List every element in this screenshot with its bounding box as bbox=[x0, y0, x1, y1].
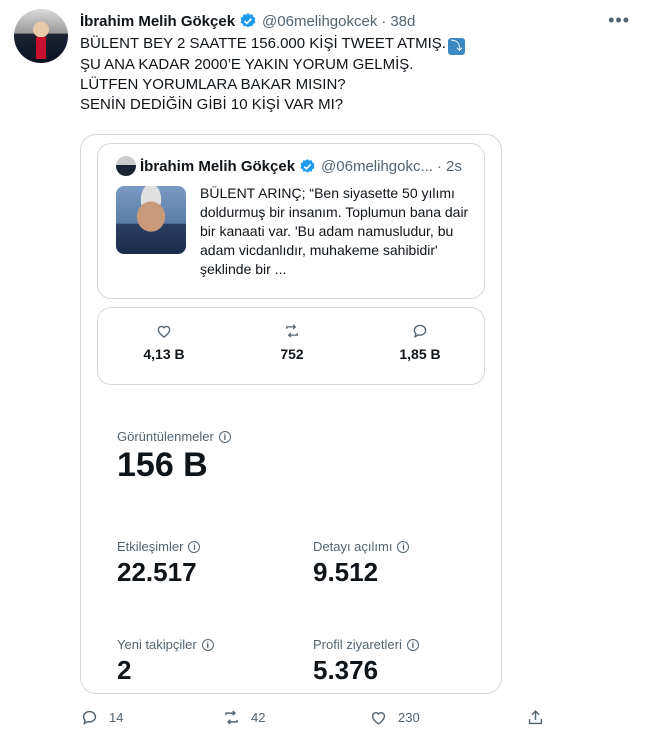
views-metric: Görüntülenmeler i 156 B bbox=[117, 429, 231, 485]
tweet-line-4: SENİN DEDİĞİN GİBİ 10 KİŞİ VAR MI? bbox=[80, 96, 344, 113]
arrow-down-emoji-icon: ⤵ bbox=[447, 38, 465, 55]
quoted-text: BÜLENT ARINÇ; “Ben siyasette 50 yılımı d… bbox=[200, 185, 469, 277]
tweet-header: İbrahim Melih Gökçek @06melihgokcek · 38… bbox=[80, 10, 630, 32]
quoted-handle: @06melihgokc... bbox=[321, 157, 433, 175]
author-name[interactable]: İbrahim Melih Gökçek bbox=[80, 13, 235, 30]
quoted-author-name: İbrahim Melih Gökçek bbox=[140, 157, 296, 175]
verified-badge-icon bbox=[240, 13, 256, 28]
quoted-photo bbox=[116, 186, 186, 254]
quoted-tweet-header: İbrahim Melih Gökçek @06melihgokc... · 2… bbox=[116, 156, 462, 176]
tweet-time[interactable]: 38d bbox=[390, 13, 415, 30]
verified-badge-icon bbox=[300, 158, 315, 173]
retweets-count: 752 bbox=[280, 346, 304, 362]
info-icon[interactable]: i bbox=[406, 638, 419, 651]
share-icon bbox=[528, 710, 543, 725]
tweet-actions: 14 42 230 bbox=[80, 708, 550, 732]
engagement-stats: 4,13 B 752 1,85 B bbox=[97, 307, 485, 385]
retweets-stat[interactable]: 752 bbox=[252, 322, 332, 362]
like-button[interactable]: 230 bbox=[369, 708, 420, 727]
profile-value: 5.376 bbox=[313, 655, 379, 685]
quoted-avatar bbox=[116, 156, 136, 176]
info-icon[interactable]: i bbox=[218, 430, 231, 443]
more-options-icon[interactable]: ••• bbox=[608, 10, 630, 31]
new-followers-metric: Yeni takipçiler i 2 bbox=[117, 637, 214, 686]
tweet-text: BÜLENT BEY 2 SAATTE 156.000 KİŞİ TWEET A… bbox=[80, 34, 520, 115]
quoted-tweet[interactable]: İbrahim Melih Gökçek @06melihgokc... · 2… bbox=[97, 143, 485, 299]
retweet-button[interactable]: 42 bbox=[222, 708, 265, 727]
replies-count: 1,85 B bbox=[399, 346, 441, 362]
detail-expansions-metric: Detayı açılımı i 9.512 bbox=[313, 539, 410, 588]
info-icon[interactable]: i bbox=[397, 540, 410, 553]
heart-icon bbox=[157, 325, 171, 338]
tweet-line-2: ŞU ANA KADAR 2000’E YAKIN YORUM GELMİŞ. bbox=[80, 56, 414, 73]
retweet-icon bbox=[286, 324, 298, 338]
like-count: 230 bbox=[398, 710, 420, 725]
followers-label: Yeni takipçiler bbox=[117, 637, 197, 652]
interactions-metric: Etkileşimler i 22.517 bbox=[117, 539, 201, 588]
views-label: Görüntülenmeler bbox=[117, 429, 214, 444]
info-icon[interactable]: i bbox=[188, 540, 201, 553]
heart-icon bbox=[371, 712, 386, 725]
profile-visits-metric: Profil ziyaretleri i 5.376 bbox=[313, 637, 419, 686]
separator-dot: · bbox=[437, 157, 442, 175]
reply-bubble-icon bbox=[413, 324, 427, 338]
reply-icon bbox=[82, 710, 97, 725]
views-value: 156 B bbox=[117, 446, 208, 484]
retweet-count: 42 bbox=[251, 710, 266, 725]
followers-value: 2 bbox=[117, 655, 132, 685]
avatar[interactable] bbox=[14, 9, 68, 63]
reply-button[interactable]: 14 bbox=[80, 708, 123, 727]
detail-label: Detayı açılımı bbox=[313, 539, 393, 554]
likes-count: 4,13 B bbox=[143, 346, 185, 362]
profile-label: Profil ziyaretleri bbox=[313, 637, 402, 652]
interactions-label: Etkileşimler bbox=[117, 539, 184, 554]
likes-stat[interactable]: 4,13 B bbox=[124, 322, 204, 362]
quoted-time: 2s bbox=[446, 157, 462, 175]
separator-dot: · bbox=[381, 12, 387, 30]
interactions-value: 22.517 bbox=[117, 557, 197, 587]
tweet-line-1: BÜLENT BEY 2 SAATTE 156.000 KİŞİ TWEET A… bbox=[80, 35, 446, 52]
author-handle[interactable]: @06melihgokcek bbox=[262, 13, 377, 30]
detail-value: 9.512 bbox=[313, 557, 379, 587]
analytics-card: İbrahim Melih Gökçek @06melihgokc... · 2… bbox=[80, 134, 502, 694]
tweet-line-3: LÜTFEN YORUMLARA BAKAR MISIN? bbox=[80, 76, 346, 93]
info-icon[interactable]: i bbox=[201, 638, 214, 651]
retweet-icon bbox=[225, 710, 238, 725]
reply-count: 14 bbox=[109, 710, 124, 725]
share-button[interactable] bbox=[526, 708, 555, 727]
replies-stat[interactable]: 1,85 B bbox=[380, 322, 460, 362]
